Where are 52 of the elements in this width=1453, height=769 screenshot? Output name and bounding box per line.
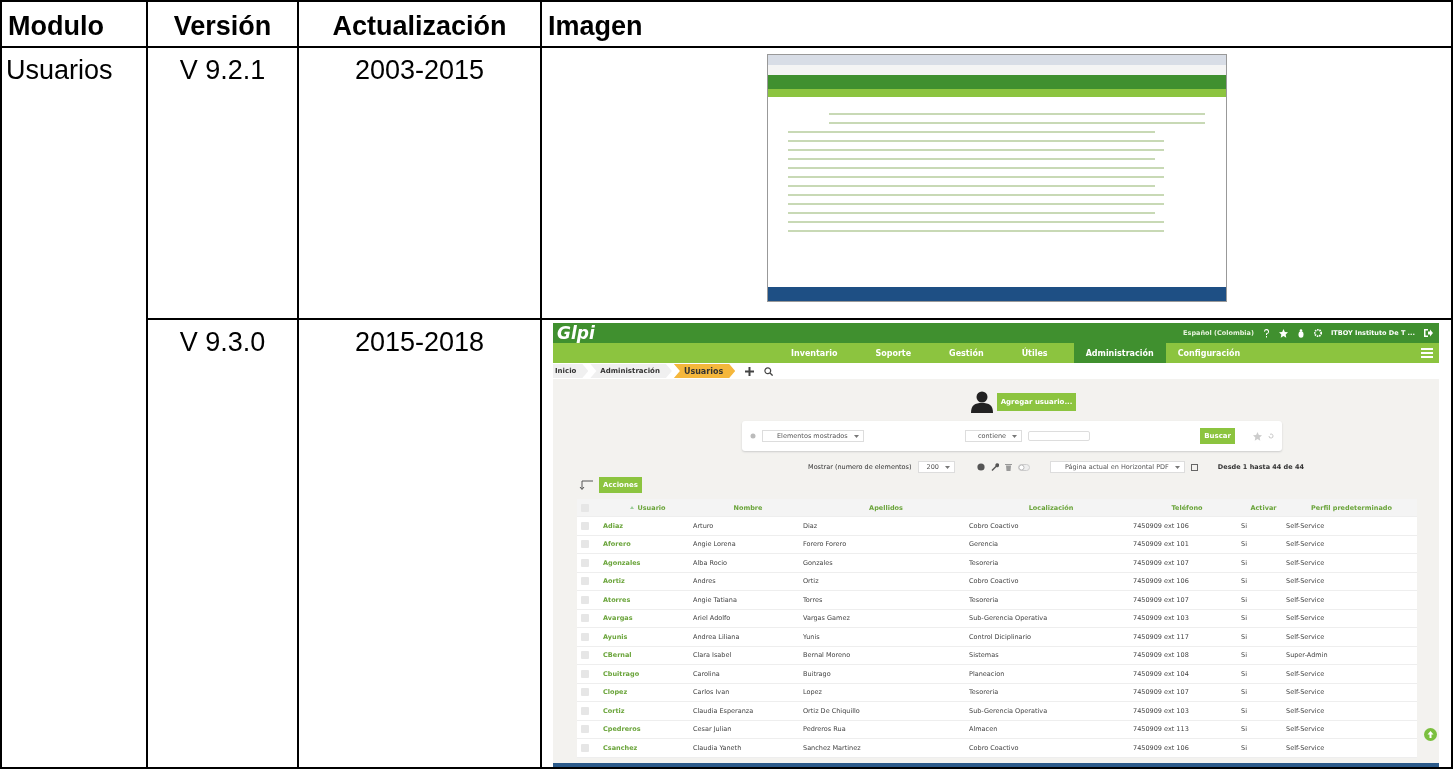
row-checkbox[interactable]	[581, 688, 589, 697]
logout-icon[interactable]	[1424, 329, 1433, 337]
row-checkbox[interactable]	[581, 651, 589, 660]
search-input[interactable]	[1028, 431, 1091, 441]
nav-tab[interactable]: Inventario	[779, 343, 850, 363]
breadcrumb-link[interactable]: Usuarios	[673, 364, 736, 378]
sort-icon	[630, 506, 635, 509]
row-checkbox[interactable]	[581, 540, 589, 549]
version-text: V 9.2.1	[179, 56, 266, 84]
corner-arrow-icon	[579, 480, 593, 490]
row-checkbox[interactable]	[581, 669, 589, 678]
gear-icon[interactable]	[1313, 329, 1322, 337]
column-header: Imagen	[548, 12, 643, 40]
row-checkbox[interactable]	[581, 743, 589, 752]
app-logo: Glpi	[557, 323, 595, 343]
help-icon[interactable]	[1262, 328, 1270, 338]
nav-tab[interactable]: Soporte	[863, 343, 924, 363]
version-text: V 9.3.0	[179, 328, 266, 356]
row-checkbox[interactable]	[581, 521, 589, 530]
row-checkbox[interactable]	[581, 725, 589, 734]
row-checkbox[interactable]	[581, 632, 589, 641]
caret-icon	[944, 465, 950, 469]
row-checkbox[interactable]	[581, 558, 589, 567]
row-checkbox[interactable]	[581, 614, 589, 623]
wrench-icon[interactable]	[990, 463, 999, 471]
scroll-top-icon[interactable]	[1424, 728, 1437, 741]
nav-tab[interactable]: Administración	[1073, 343, 1166, 363]
menu-icon[interactable]	[1421, 348, 1433, 358]
star-icon[interactable]	[1278, 328, 1288, 338]
nav-tab[interactable]: Configuración	[1165, 343, 1253, 363]
row-checkbox[interactable]	[581, 595, 589, 604]
module-name: Usuarios	[6, 56, 113, 84]
trash-icon[interactable]	[1004, 463, 1012, 471]
plus-icon[interactable]	[745, 366, 755, 376]
period-text: 2003-2015	[354, 56, 485, 84]
person-icon	[970, 391, 993, 413]
criteria-icon[interactable]	[750, 433, 756, 439]
caret-icon	[1012, 434, 1018, 438]
column-header: Modulo	[8, 12, 104, 40]
star-icon[interactable]	[1253, 431, 1262, 441]
caret-icon	[1174, 465, 1180, 469]
toggle-icon[interactable]	[1017, 463, 1030, 471]
search-icon[interactable]	[764, 366, 774, 376]
period-text: 2015-2018	[354, 328, 485, 356]
column-header: Versión	[173, 12, 272, 40]
row-checkbox[interactable]	[581, 577, 589, 586]
column-header: Actualización	[332, 12, 507, 40]
nav-tab[interactable]: Gestión	[937, 343, 996, 363]
caret-icon	[853, 434, 859, 438]
reset-icon[interactable]	[1268, 433, 1274, 439]
row-checkbox[interactable]	[581, 706, 589, 715]
nav-tab[interactable]: Útiles	[1009, 343, 1060, 363]
